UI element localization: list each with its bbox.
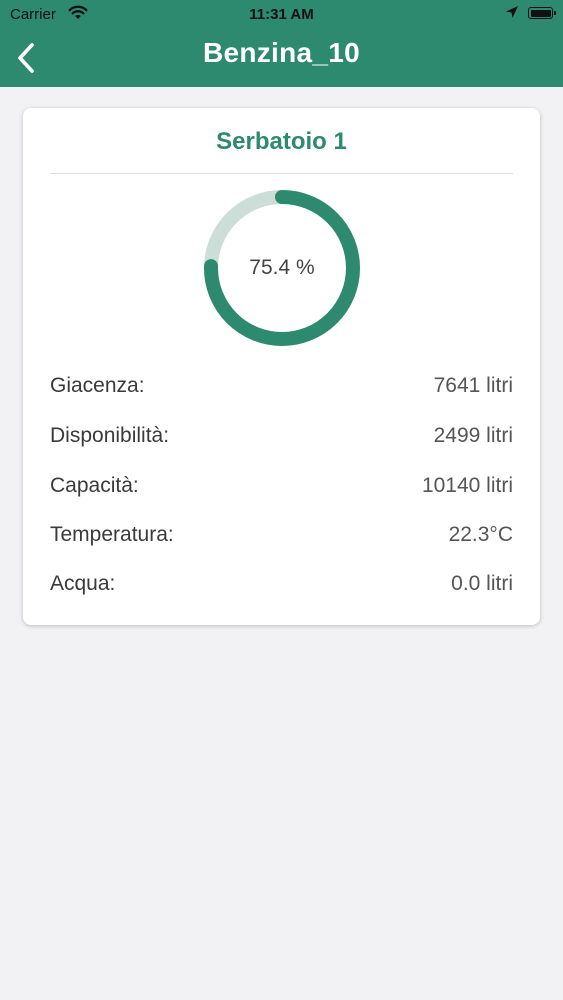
clock: 11:31 AM <box>249 6 314 23</box>
status-bar: Carrier 11:31 AM <box>0 0 563 30</box>
row-label: Capacità: <box>50 474 139 497</box>
row-label: Giacenza: <box>50 374 145 397</box>
row-value: 10140 litri <box>421 474 513 497</box>
row-label: Acqua: <box>50 572 116 595</box>
location-arrow-icon <box>505 5 519 23</box>
row-value: 22.3°C <box>448 523 513 546</box>
row-value: 2499 litri <box>433 424 513 447</box>
row-giacenza: Giacenza: 7641 litri <box>50 374 513 404</box>
row-label: Temperatura: <box>50 523 174 546</box>
row-temperatura: Temperatura: 22.3°C <box>50 523 513 553</box>
fill-percentage-label: 75.4 % <box>249 256 315 279</box>
row-label: Disponibilità: <box>50 424 170 447</box>
divider <box>50 173 513 174</box>
row-disponibilita: Disponibilità: 2499 litri <box>50 424 513 454</box>
tank-title: Serbatoio 1 <box>216 128 347 155</box>
row-acqua: Acqua: 0.0 litri <box>50 572 513 602</box>
battery-icon <box>528 7 556 19</box>
tank-card: Serbatoio 1 75.4 % Giacenza: 7641 litri … <box>23 108 540 625</box>
top-bar: Carrier 11:31 AM Benzina_10 <box>0 0 563 87</box>
row-value: 7641 litri <box>433 374 513 397</box>
row-value: 0.0 litri <box>451 572 513 595</box>
page-title: Benzina_10 <box>202 37 361 68</box>
row-capacita: Capacità: 10140 litri <box>50 474 513 504</box>
fill-percentage: 75.4 % <box>202 188 362 348</box>
